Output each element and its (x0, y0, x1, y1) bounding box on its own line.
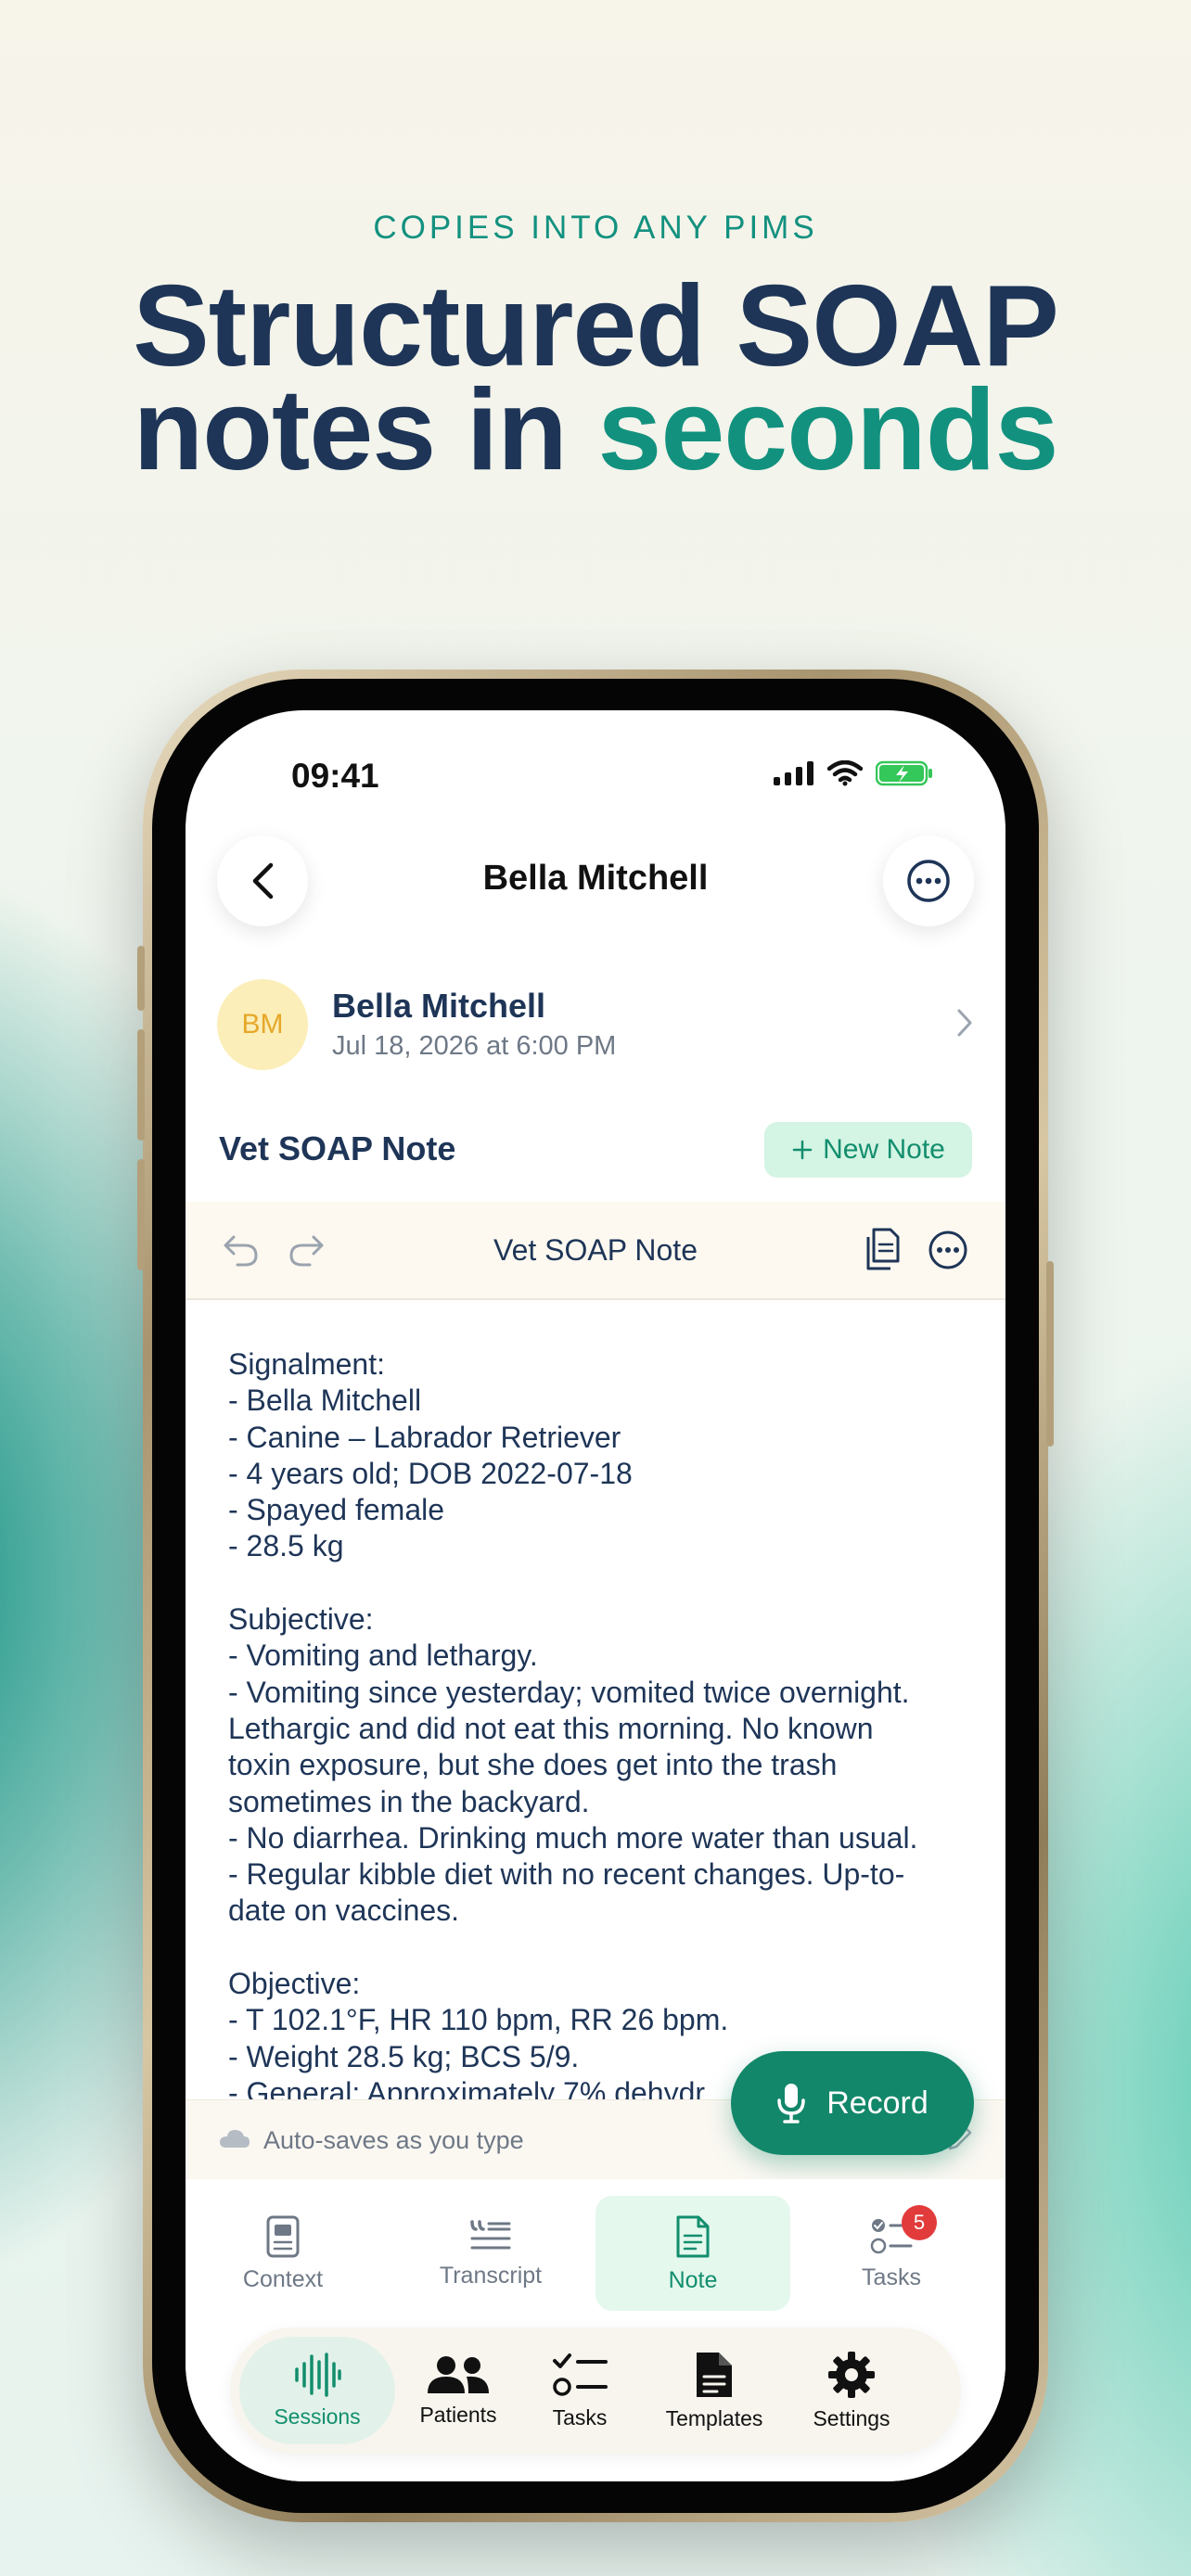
tab-patients[interactable]: Patients (403, 2337, 514, 2444)
headline-line-2: notes in seconds (0, 373, 1191, 488)
note-line: date on vaccines. (228, 1894, 460, 1928)
note-line: Subjective: (228, 1602, 374, 1637)
segment-label: Note (668, 2266, 718, 2293)
new-note-button[interactable]: New Note (764, 1122, 972, 1178)
patient-date: Jul 18, 2026 at 6:00 PM (332, 1031, 617, 1061)
tab-label: Patients (419, 2402, 497, 2427)
note-line: Signalment: (228, 1347, 385, 1381)
note-line: - No diarrhea. Drinking much more water … (228, 1820, 918, 1855)
tab-label: Templates (665, 2405, 763, 2430)
note-line: - Canine – Labrador Retriever (228, 1420, 621, 1454)
segment-note[interactable]: Note (596, 2196, 790, 2311)
note-line: - 28.5 kg (228, 1529, 344, 1563)
note-line: Lethargic and did not eat this morning. … (228, 1711, 874, 1745)
note-line: - Spayed female (228, 1493, 445, 1527)
record-label: Record (826, 2085, 928, 2121)
phone-volume-up-button (137, 1029, 145, 1141)
editor-toolbar: Vet SOAP Note (186, 1202, 1005, 1300)
checklist-icon (553, 2353, 608, 2396)
note-line: toxin exposure, but she does get into th… (228, 1748, 838, 1782)
wifi-icon (827, 760, 863, 786)
tabbar: Sessions Patients Tasks Templates Settin… (230, 2327, 961, 2454)
gear-icon (828, 2351, 875, 2398)
patient-name: Bella Mitchell (332, 987, 546, 1025)
segment-tasks[interactable]: Tasks 5 (794, 2196, 989, 2311)
tab-label: Sessions (274, 2404, 361, 2429)
tab-label: Tasks (552, 2404, 608, 2429)
avatar: BM (217, 979, 308, 1070)
tab-settings[interactable]: Settings (796, 2337, 907, 2444)
note-line (228, 1930, 970, 1966)
microphone-icon (777, 2084, 805, 2123)
headline-plain: notes in (133, 366, 598, 494)
note-line: - Bella Mitchell (228, 1384, 422, 1418)
segment-context[interactable]: Context (186, 2196, 380, 2311)
note-line: - Vomiting and lethargy. (228, 1639, 538, 1673)
note-icon (676, 2215, 710, 2257)
tasks-count-badge: 5 (902, 2205, 937, 2240)
note-line (228, 1565, 970, 1601)
more-options-button[interactable] (883, 835, 974, 926)
new-note-label: New Note (823, 1134, 945, 1165)
tab-templates[interactable]: Templates (649, 2337, 779, 2444)
headline-accent: seconds (597, 366, 1058, 494)
transcript-icon (470, 2219, 511, 2249)
patient-row[interactable]: BM Bella Mitchell Jul 18, 2026 at 6:00 P… (217, 979, 974, 1072)
cloud-icon (220, 2130, 250, 2148)
status-icons (774, 760, 933, 786)
note-line: - T 102.1°F, HR 110 bpm, RR 26 bpm. (228, 2003, 729, 2037)
record-button[interactable]: Record (731, 2051, 974, 2155)
phone-side-button (137, 946, 145, 1011)
phone-screen: 09:41 Bella Mitchell BM Bella Mitchell J… (186, 710, 1005, 2481)
tab-tasks[interactable]: Tasks (529, 2337, 631, 2444)
note-line: - Vomiting since yesterday; vomited twic… (228, 1675, 910, 1709)
note-segment-bar: Context Transcript Note Tasks 5 (186, 2179, 1005, 2318)
headline-line-1: Structured SOAP (133, 262, 1059, 390)
hero-eyebrow: COPIES INTO ANY PIMS (373, 210, 818, 246)
note-line: sometimes in the backyard. (228, 1784, 590, 1818)
status-time: 09:41 (291, 757, 379, 795)
segment-label: Tasks (862, 2264, 921, 2290)
tab-sessions[interactable]: Sessions (239, 2337, 395, 2444)
plus-icon (792, 1140, 813, 1160)
copy-icon[interactable] (861, 1226, 902, 1274)
tab-label: Settings (813, 2405, 890, 2430)
segment-label: Transcript (439, 2262, 543, 2289)
chevron-right-icon (957, 1009, 972, 1037)
phone-power-button (1046, 1261, 1054, 1447)
note-line: - 4 years old; DOB 2022-07-18 (228, 1456, 633, 1490)
editor-more-icon[interactable] (928, 1230, 968, 1270)
cellular-signal-icon (774, 761, 813, 785)
people-icon (428, 2355, 489, 2393)
hero-headline: Structured SOAP notes in seconds (0, 262, 1191, 488)
ellipsis-circle-icon (907, 860, 950, 902)
autosave-text: Auto-saves as you type (263, 2126, 524, 2154)
battery-charging-icon (876, 760, 932, 786)
note-line: - Regular kibble diet with no recent cha… (228, 1857, 905, 1892)
waveform-icon (295, 2352, 341, 2397)
note-line: Objective: (228, 1967, 361, 2001)
segment-transcript[interactable]: Transcript (393, 2196, 588, 2311)
document-icon (697, 2352, 732, 2397)
phone-volume-down-button (137, 1159, 145, 1270)
context-icon (266, 2215, 300, 2257)
tabbar-container: Sessions Patients Tasks Templates Settin… (186, 2318, 1005, 2481)
segment-label: Context (242, 2265, 324, 2292)
soap-note-text[interactable]: Signalment: - Bella Mitchell - Canine – La… (228, 1346, 970, 2112)
section-title: Vet SOAP Note (219, 1129, 456, 1167)
